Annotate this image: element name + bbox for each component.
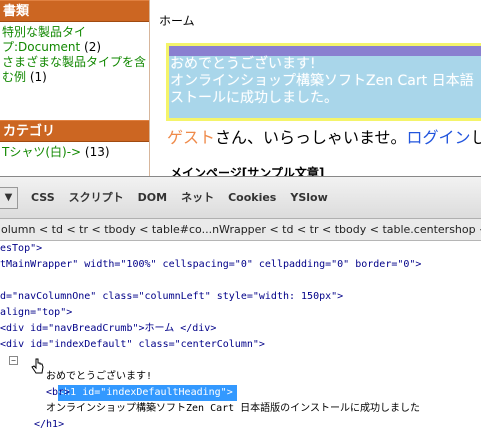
category-box-heading: カテゴリ — [0, 120, 149, 142]
greeting-guest: ゲスト — [167, 128, 216, 147]
element-path-breadcrumb[interactable]: olumn < td < tr < tbody < table#co...nWr… — [0, 219, 481, 241]
login-link[interactable]: ログイン — [407, 128, 471, 147]
types-item-mixed-link-a[interactable]: さまざまな製品タイプを含 — [2, 55, 146, 69]
types-box-body: 特別な製品タイプ:Document (2) さまざまな製品タイプを含 む例 (1… — [0, 22, 149, 108]
html-source-tree: esTop"> tMainWrapper" width="100%" cells… — [0, 241, 481, 433]
code-line-8[interactable]: おめでとうございます! — [0, 369, 481, 385]
firebug-tabs: CSS スクリプト DOM ネット Cookies YSlow — [24, 190, 335, 206]
welcome-line-1: おめでとうございます! — [170, 56, 316, 72]
code-line-5-text: div id="navBreadCrumb">ホーム </div> — [6, 323, 217, 334]
category-item-count: (13) — [81, 145, 110, 159]
greeting-middle: さん、いらっしゃいませ。 — [215, 128, 407, 147]
code-line-1[interactable]: esTop"> — [0, 241, 481, 257]
tab-css[interactable]: CSS — [24, 190, 62, 206]
webpage-view: 書類 特別な製品タイプ:Document (2) さまざまな製品タイプを含 む例… — [0, 0, 481, 176]
left-sidebar: 書類 特別な製品タイプ:Document (2) さまざまな製品タイプを含 む例… — [0, 0, 150, 176]
code-line-6-text: div id="indexDefault" class="centerColum… — [6, 339, 265, 350]
types-item-mixed-count: (1) — [26, 70, 47, 84]
code-line-3[interactable]: d="navColumnOne" class="columnLeft" styl… — [0, 289, 481, 305]
welcome-line-2: オンラインショップ構築ソフトZen Cart 日本語 — [170, 73, 474, 89]
highlight-bar — [169, 46, 481, 56]
tab-cookies[interactable]: Cookies — [221, 190, 283, 206]
tab-script[interactable]: スクリプト — [62, 190, 131, 206]
code-line-2[interactable]: tMainWrapper" width="100%" cellspacing="… — [0, 257, 481, 273]
category-box-body: Tシャツ(白)-> (13) — [0, 142, 149, 164]
code-line-4[interactable]: align="top"> — [0, 305, 481, 321]
code-line-10[interactable]: オンラインショップ構築ソフトZen Cart 日本語版のインストールに成功しまし… — [0, 401, 481, 417]
types-item-mixed[interactable]: さまざまな製品タイプを含 む例 (1) — [2, 55, 147, 85]
types-item-document-count: (2) — [80, 40, 102, 54]
greeting-text: ゲストさん、いらっしゃいませ。ログインし — [167, 124, 481, 148]
types-item-document[interactable]: 特別な製品タイプ:Document (2) — [2, 25, 147, 55]
code-line-9[interactable]: <br> — [0, 385, 481, 401]
types-item-document-link[interactable]: 特別な製品タイプ:Document — [2, 25, 86, 54]
tab-yslow[interactable]: YSlow — [283, 190, 334, 206]
category-item-tshirt[interactable]: Tシャツ(白)-> — [2, 145, 81, 159]
tab-dom[interactable]: DOM — [131, 190, 174, 206]
center-column: ホーム おめでとうございます! オンラインショップ構築ソフトZen Cart 日… — [158, 0, 481, 176]
code-line-11[interactable]: </h1> — [0, 417, 481, 433]
welcome-line-3: ストールに成功しました。 — [170, 90, 338, 106]
greeting-cut-char: し — [470, 128, 481, 147]
welcome-heading: おめでとうございます! オンラインショップ構築ソフトZen Cart 日本語 ス… — [169, 56, 481, 107]
collapse-toggle-icon[interactable]: − — [9, 356, 18, 365]
breadcrumb[interactable]: ホーム — [159, 12, 195, 29]
firebug-toolbar: ▼ CSS スクリプト DOM ネット Cookies YSlow — [0, 177, 481, 219]
main-page-title: メインページ[サンプル文章] — [170, 166, 325, 176]
tab-net[interactable]: ネット — [174, 190, 221, 206]
dropdown-arrow-icon[interactable]: ▼ — [0, 187, 18, 209]
code-line-7-selected[interactable]: − <h1 id="indexDefaultHeading"> — [0, 353, 481, 401]
types-box-heading: 書類 — [0, 0, 149, 22]
code-line-6[interactable]: <div id="indexDefault" class="centerColu… — [0, 337, 481, 353]
types-item-mixed-link-b[interactable]: む例 — [2, 70, 26, 84]
firebug-panel: ▼ CSS スクリプト DOM ネット Cookies YSlow olumn … — [0, 176, 481, 433]
code-line-5[interactable]: <div id="navBreadCrumb">ホーム </div> — [0, 321, 481, 337]
welcome-heading-highlight: おめでとうございます! オンラインショップ構築ソフトZen Cart 日本語 ス… — [166, 43, 481, 121]
